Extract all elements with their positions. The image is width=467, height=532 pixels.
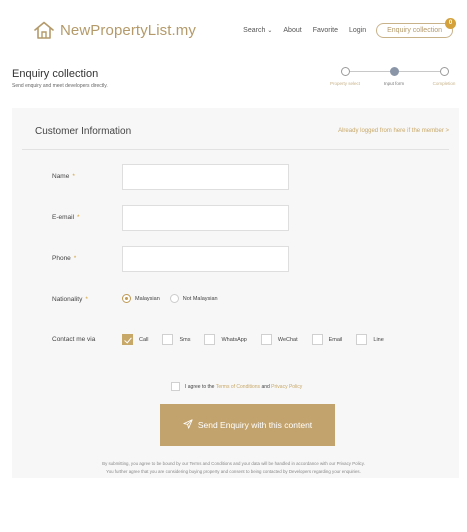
terms-link[interactable]: Terms of Conditions — [216, 384, 260, 390]
member-login-label: Already logged from here if the member — [338, 128, 444, 134]
terms-prefix: I agree to the — [185, 383, 215, 390]
step-connector — [345, 71, 391, 72]
chevron-down-icon: ⌄ — [267, 28, 273, 34]
step-label-property-select: Property select — [329, 81, 361, 86]
member-login-link[interactable]: Already logged from here if the member > — [338, 128, 449, 134]
check-label-whatsapp: WhatsApp — [221, 336, 247, 343]
nav-search[interactable]: Search ⌄ — [243, 27, 272, 34]
radio-option-not-malaysian[interactable]: Not Malaysian — [169, 294, 218, 303]
check-option-whatsapp[interactable]: WhatsApp — [204, 334, 247, 345]
nav-favorite[interactable]: Favorite — [313, 27, 338, 34]
radio-malaysian[interactable] — [122, 294, 131, 303]
name-label-text: Name — [52, 173, 70, 180]
nationality-label: Nationality * — [52, 296, 88, 303]
name-label: Name * — [52, 173, 75, 180]
send-icon — [183, 419, 198, 431]
checkbox-wechat[interactable] — [260, 334, 272, 345]
contact-checkbox-group: Call Sms WhatsApp WeChat Email Line — [122, 334, 398, 345]
check-option-email[interactable]: Email — [311, 334, 343, 345]
privacy-link[interactable]: Privacy Policy — [271, 384, 302, 390]
email-label-text: E-email — [52, 214, 75, 221]
panel-header: Customer Information Already logged from… — [22, 114, 449, 150]
check-option-line[interactable]: Line — [356, 334, 384, 345]
check-label-line: Line — [373, 336, 384, 343]
step-dot-input-form — [390, 67, 399, 76]
check-label-email: Email — [328, 336, 343, 343]
terms-checkbox[interactable] — [171, 382, 180, 391]
site-logo[interactable]: NewPropertyList.my — [34, 21, 196, 39]
main-nav: Search ⌄ About Favorite Login Enquiry col… — [243, 18, 456, 38]
nav-search-label: Search — [243, 27, 266, 34]
checkbox-email[interactable] — [311, 334, 323, 345]
send-enquiry-label: Send Enquiry with this content — [197, 420, 313, 430]
nationality-radio-group: Malaysian Not Malaysian — [122, 294, 228, 303]
radio-label-not-malaysian: Not Malaysian — [182, 295, 218, 302]
checkbox-call[interactable] — [122, 334, 133, 345]
radio-option-malaysian[interactable]: Malaysian — [122, 294, 160, 303]
nav-about[interactable]: About — [283, 27, 301, 34]
page-title: Enquiry collection — [12, 68, 99, 80]
site-header: NewPropertyList.my Search ⌄ About Favorit… — [0, 0, 467, 60]
required-mark: * — [73, 255, 77, 262]
page-subtitle: Send enquiry and meet developers directl… — [12, 83, 108, 89]
required-mark: * — [77, 214, 80, 221]
enquiry-collection-label: Enquiry collection — [387, 27, 442, 34]
step-dot-completion — [440, 67, 449, 76]
send-enquiry-button[interactable]: Send Enquiry with this content — [160, 404, 335, 446]
checkbox-whatsapp[interactable] — [204, 334, 216, 345]
step-dot-property-select — [341, 67, 350, 76]
nationality-label-text: Nationality — [52, 296, 83, 303]
step-connector — [395, 71, 441, 72]
required-mark: * — [85, 296, 88, 303]
progress-steps: Property select Input form Completion — [323, 66, 458, 90]
contact-label: Contact me via — [52, 336, 96, 343]
check-label-wechat: WeChat — [277, 336, 298, 343]
logo-text: NewPropertyList.my — [60, 21, 197, 39]
step-label-input-form: Input form — [383, 81, 405, 86]
phone-input[interactable] — [122, 246, 289, 272]
enquiry-collection-button[interactable]: Enquiry collection 0 — [376, 18, 456, 38]
check-label-call: Call — [139, 336, 149, 343]
chevron-right-icon: > — [445, 128, 449, 134]
radio-label-malaysian: Malaysian — [135, 295, 160, 302]
check-label-sms: Sms — [179, 336, 191, 343]
check-option-wechat[interactable]: WeChat — [260, 334, 298, 345]
phone-label: Phone * — [52, 255, 76, 262]
checkbox-sms[interactable] — [162, 334, 174, 345]
disclaimer-line-1: By submitting, you agree to be bound by … — [102, 461, 365, 466]
step-label-completion: Completion — [432, 81, 456, 86]
house-logo-icon — [34, 21, 54, 39]
checkbox-line[interactable] — [356, 334, 368, 345]
check-option-call[interactable]: Call — [122, 334, 148, 345]
email-input[interactable] — [122, 205, 289, 231]
radio-not-malaysian[interactable] — [169, 294, 179, 303]
enquiry-count-badge: 0 — [445, 18, 456, 29]
nav-login[interactable]: Login — [349, 27, 366, 34]
disclaimer: By submitting, you agree to be bound by … — [30, 460, 437, 476]
email-label: E-email * — [52, 214, 80, 221]
phone-label-text: Phone — [52, 255, 71, 262]
check-option-sms[interactable]: Sms — [162, 334, 190, 345]
terms-and: and — [261, 383, 270, 390]
disclaimer-line-2: You further agree that you are consideri… — [106, 469, 361, 474]
terms-agreement[interactable]: I agree to the Terms of Conditions and P… — [171, 382, 302, 391]
required-mark: * — [72, 173, 75, 180]
section-title: Customer Information — [35, 126, 132, 137]
name-input[interactable] — [122, 164, 289, 190]
